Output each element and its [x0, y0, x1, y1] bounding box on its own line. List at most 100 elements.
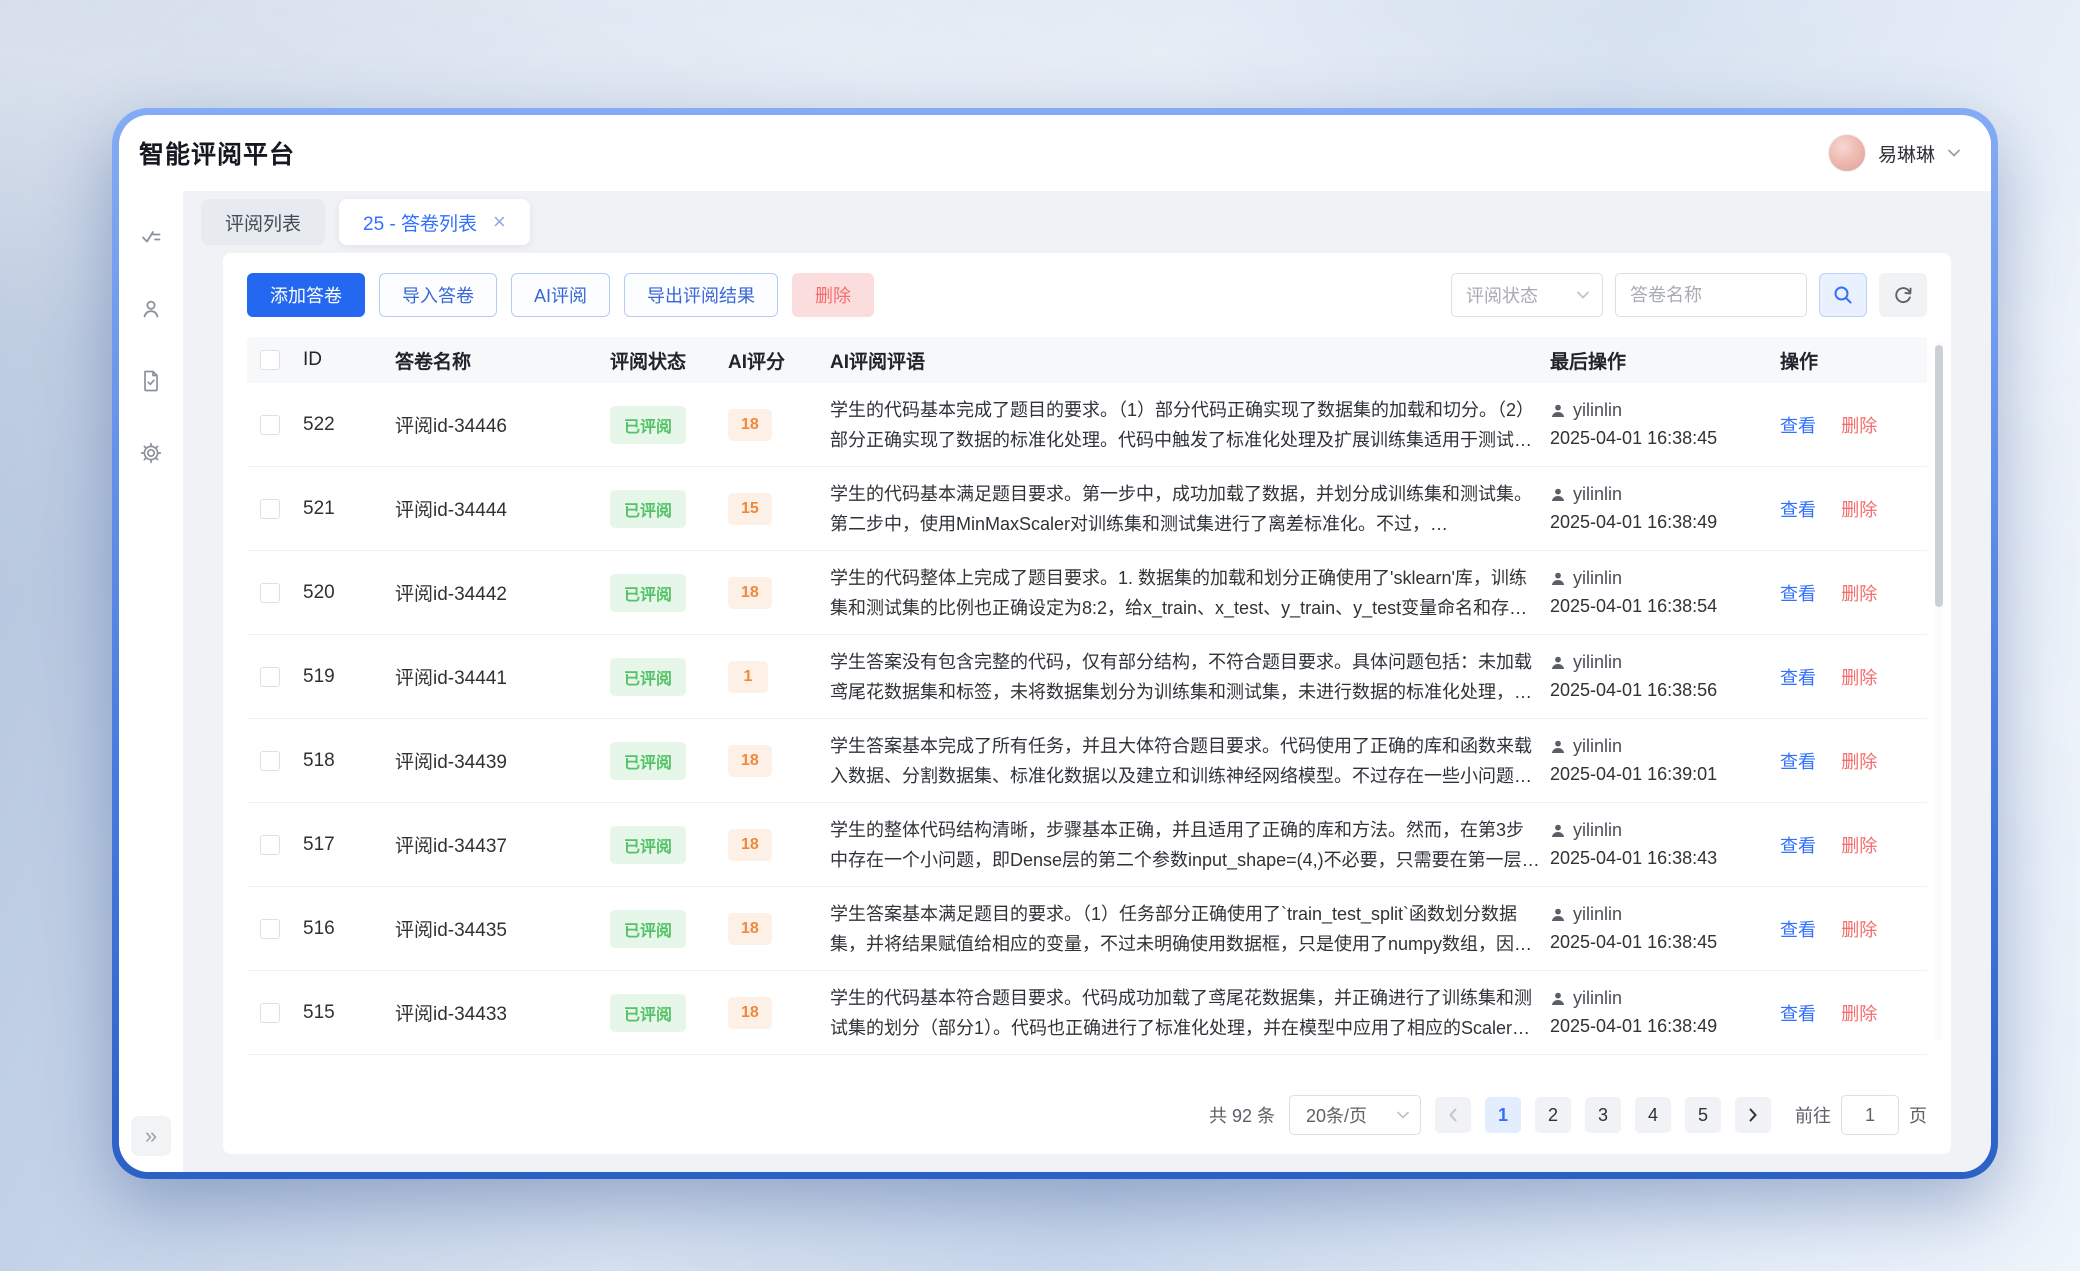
row-answer-name: 评阅id-34441: [395, 663, 610, 690]
row-id: 516: [303, 918, 395, 940]
row-checkbox[interactable]: [260, 667, 280, 687]
row-checkbox[interactable]: [260, 1003, 280, 1023]
table-row: 515 评阅id-34433 已评阅 18 学生的代码基本符合题目要求。代码成功…: [247, 971, 1927, 1055]
delete-link[interactable]: 删除: [1841, 920, 1877, 940]
user-icon: [139, 297, 163, 321]
table-row: 520 评阅id-34442 已评阅 18 学生的代码整体上完成了题目要求。1.…: [247, 551, 1927, 635]
last-operation-cell: yilinlin 2025-04-01 16:38:49: [1550, 484, 1780, 533]
score-badge: 18: [728, 745, 772, 777]
delete-link[interactable]: 删除: [1841, 836, 1877, 856]
page-button-4[interactable]: 4: [1635, 1097, 1671, 1133]
row-checkbox[interactable]: [260, 919, 280, 939]
delete-link[interactable]: 删除: [1841, 584, 1877, 604]
score-badge: 18: [728, 913, 772, 945]
page-button-5[interactable]: 5: [1685, 1097, 1721, 1133]
delete-button[interactable]: 删除: [792, 273, 874, 317]
header-last-operation: 最后操作: [1550, 347, 1780, 374]
page-button-3[interactable]: 3: [1585, 1097, 1621, 1133]
tab-review-list[interactable]: 评阅列表: [201, 199, 325, 245]
export-results-button[interactable]: 导出评阅结果: [624, 273, 778, 317]
import-answer-button[interactable]: 导入答卷: [379, 273, 497, 317]
score-badge: 1: [728, 661, 768, 693]
goto-unit: 页: [1909, 1102, 1927, 1128]
view-link[interactable]: 查看: [1780, 416, 1816, 436]
operation-time: 2025-04-01 16:39:01: [1550, 764, 1770, 785]
status-badge: 已评阅: [610, 406, 686, 444]
row-id: 515: [303, 1002, 395, 1024]
delete-link[interactable]: 删除: [1841, 416, 1877, 436]
delete-link[interactable]: 删除: [1841, 1004, 1877, 1024]
operation-time: 2025-04-01 16:38:49: [1550, 512, 1770, 533]
delete-link[interactable]: 删除: [1841, 752, 1877, 772]
view-link[interactable]: 查看: [1780, 752, 1816, 772]
review-status-select[interactable]: 评阅状态: [1451, 273, 1603, 317]
view-link[interactable]: 查看: [1780, 836, 1816, 856]
next-page-button[interactable]: [1735, 1097, 1771, 1133]
view-link[interactable]: 查看: [1780, 1004, 1816, 1024]
add-answer-button[interactable]: 添加答卷: [247, 273, 365, 317]
checklist-icon: [139, 225, 163, 249]
row-checkbox[interactable]: [260, 415, 280, 435]
content-panel: 添加答卷 导入答卷 AI评阅 导出评阅结果 删除 评阅状态: [223, 253, 1951, 1154]
operation-time: 2025-04-01 16:38:49: [1550, 1016, 1770, 1037]
filter-controls: 评阅状态: [1451, 273, 1927, 317]
table-scrollbar-thumb[interactable]: [1935, 345, 1943, 607]
score-badge: 18: [728, 997, 772, 1029]
delete-link[interactable]: 删除: [1841, 668, 1877, 688]
operator-name: yilinlin: [1573, 736, 1622, 757]
ai-review-button[interactable]: AI评阅: [511, 273, 610, 317]
table-row: 522 评阅id-34446 已评阅 18 学生的代码基本完成了题目的要求。（1…: [247, 383, 1927, 467]
sidebar-item-users[interactable]: [131, 289, 171, 329]
status-badge: 已评阅: [610, 826, 686, 864]
row-actions: 查看 删除: [1780, 748, 1913, 774]
select-all-checkbox[interactable]: [260, 350, 280, 370]
row-actions: 查看 删除: [1780, 580, 1913, 606]
user-menu[interactable]: 易琳琳: [1828, 134, 1961, 172]
page-size-select[interactable]: 20条/页: [1289, 1095, 1421, 1135]
document-check-icon: [139, 369, 163, 393]
prev-page-button[interactable]: [1435, 1097, 1471, 1133]
row-checkbox[interactable]: [260, 499, 280, 519]
view-link[interactable]: 查看: [1780, 920, 1816, 940]
row-id: 518: [303, 750, 395, 772]
row-answer-name: 评阅id-34435: [395, 915, 610, 942]
last-operation-cell: yilinlin 2025-04-01 16:38:43: [1550, 820, 1780, 869]
refresh-button[interactable]: [1879, 273, 1927, 317]
row-actions: 查看 删除: [1780, 664, 1913, 690]
avatar[interactable]: [1828, 134, 1866, 172]
operation-time: 2025-04-01 16:38:45: [1550, 932, 1770, 953]
table-row: 521 评阅id-34444 已评阅 15 学生的代码基本满足题目要求。第一步中…: [247, 467, 1927, 551]
table-row: 518 评阅id-34439 已评阅 18 学生答案基本完成了所有任务，并且大体…: [247, 719, 1927, 803]
row-answer-name: 评阅id-34437: [395, 831, 610, 858]
app-header: 智能评阅平台 易琳琳: [119, 115, 1991, 191]
row-actions: 查看 删除: [1780, 496, 1913, 522]
answer-name-input[interactable]: [1615, 273, 1807, 317]
row-checkbox[interactable]: [260, 835, 280, 855]
page-button-1[interactable]: 1: [1485, 1097, 1521, 1133]
sidebar-item-papers[interactable]: [131, 361, 171, 401]
ai-comment-text: 学生的代码基本完成了题目的要求。（1）部分代码正确实现了数据集的加载和切分。（2…: [830, 395, 1540, 455]
operation-time: 2025-04-01 16:38:43: [1550, 848, 1770, 869]
card-body: » 评阅列表 25 - 答卷列表 ×: [119, 191, 1991, 1172]
sidebar-item-review-list[interactable]: [131, 217, 171, 257]
close-icon[interactable]: ×: [493, 211, 506, 233]
sidebar-collapse-button[interactable]: »: [131, 1116, 171, 1156]
status-badge: 已评阅: [610, 658, 686, 696]
row-checkbox[interactable]: [260, 751, 280, 771]
last-operation-cell: yilinlin 2025-04-01 16:38:49: [1550, 988, 1780, 1037]
view-link[interactable]: 查看: [1780, 584, 1816, 604]
row-checkbox[interactable]: [260, 583, 280, 603]
header-id: ID: [303, 349, 395, 371]
page-button-2[interactable]: 2: [1535, 1097, 1571, 1133]
answers-table: ID 答卷名称 评阅状态 AI评分 AI评阅评语 最后操作 操作 522 评阅i…: [247, 337, 1927, 1076]
search-button[interactable]: [1819, 273, 1867, 317]
sidebar-item-settings[interactable]: [131, 433, 171, 473]
refresh-icon: [1892, 284, 1914, 306]
tab-answer-list[interactable]: 25 - 答卷列表 ×: [339, 199, 530, 245]
view-link[interactable]: 查看: [1780, 668, 1816, 688]
goto-page-input[interactable]: [1841, 1095, 1899, 1135]
delete-link[interactable]: 删除: [1841, 500, 1877, 520]
header-actions: 操作: [1780, 347, 1913, 374]
table-scrollbar-track[interactable]: [1935, 341, 1943, 1041]
view-link[interactable]: 查看: [1780, 500, 1816, 520]
